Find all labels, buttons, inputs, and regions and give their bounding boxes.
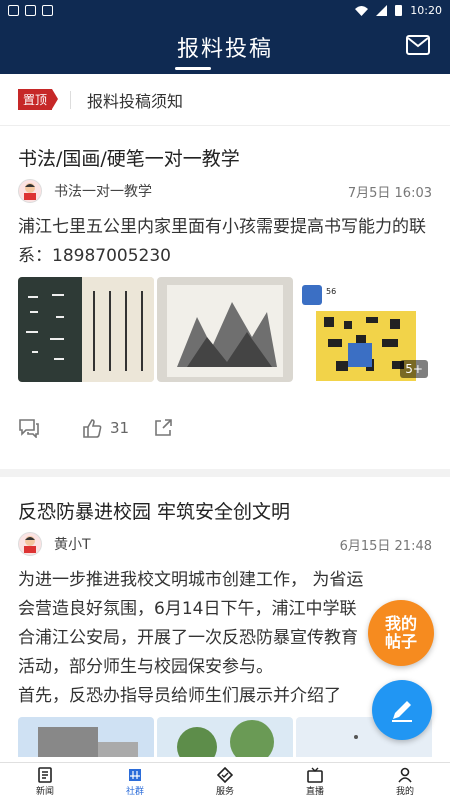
bottom-nav: 新闻 社群 服务 直播 我的 <box>0 762 450 800</box>
post-title[interactable]: 反恐防暴进校园 牢筑安全创文明 <box>18 497 432 524</box>
post-title[interactable]: 书法/国画/硬笔一对一教学 <box>18 144 432 171</box>
nav-profile[interactable]: 我的 <box>360 763 450 800</box>
share-icon <box>155 419 172 436</box>
post-body-line: 为进一步推进我校文明城市创建工作， 为省运 <box>18 570 364 590</box>
like-button[interactable]: 31 <box>82 418 129 438</box>
notification-icon <box>8 4 19 16</box>
thumbs-up-icon <box>83 419 102 438</box>
nav-label: 新闻 <box>35 786 54 797</box>
post-images <box>18 717 432 757</box>
nav-label: 直播 <box>305 786 324 797</box>
post-image-calligraphy[interactable] <box>18 277 154 382</box>
nav-news[interactable]: 新闻 <box>0 763 90 800</box>
status-bar: 10:20 <box>0 0 450 20</box>
title-underline <box>175 67 211 70</box>
my-posts-button[interactable]: 我的帖子 <box>368 600 434 666</box>
avatar[interactable] <box>18 179 42 203</box>
nav-service[interactable]: 服务 <box>180 763 270 800</box>
mail-icon[interactable] <box>406 35 430 55</box>
post-image-qr[interactable]: 56 5+ <box>296 277 432 382</box>
nav-label: 我的 <box>395 786 414 797</box>
signal-icon <box>376 4 388 16</box>
page-title: 报料投稿 <box>176 37 273 62</box>
pinned-separator <box>70 90 72 109</box>
pinned-notice[interactable]: 置顶 报料投稿须知 <box>0 74 450 126</box>
nav-community[interactable]: 社群 <box>90 763 180 800</box>
compose-button[interactable] <box>372 680 432 740</box>
live-icon <box>307 767 323 783</box>
more-images-badge[interactable]: 5+ <box>400 360 428 378</box>
top-bar: 10:20 报料投稿 <box>0 0 450 74</box>
pinned-badge: 置顶 <box>18 89 59 110</box>
battery-icon <box>395 5 403 16</box>
profile-icon <box>398 767 412 783</box>
phone-icon <box>42 4 53 16</box>
post-author[interactable]: 书法一对一教学 <box>54 181 152 201</box>
post-time: 7月5日 16:03 <box>347 185 432 201</box>
post-divider <box>0 469 450 477</box>
status-time: 10:20 <box>410 3 442 17</box>
post-actions: 31 <box>18 418 432 438</box>
comment-icon <box>19 419 39 438</box>
post-image-trees[interactable] <box>157 717 293 757</box>
post-card[interactable]: 书法/国画/硬笔一对一教学 书法一对一教学 7月5日 16:03 浦江七里五公里… <box>0 144 450 438</box>
wifi-icon <box>355 5 369 16</box>
qr-label: 56 <box>326 287 337 296</box>
post-image-painting[interactable] <box>157 277 293 382</box>
avatar[interactable] <box>18 532 42 556</box>
service-icon <box>217 766 233 783</box>
my-posts-label: 我的帖子 <box>384 614 417 651</box>
post-image-building[interactable] <box>18 717 154 757</box>
image-icon <box>25 4 36 16</box>
pinned-text: 报料投稿须知 <box>87 91 184 111</box>
comment-button[interactable] <box>18 418 40 438</box>
community-icon <box>129 768 141 781</box>
post-meta: 书法一对一教学 7月5日 16:03 <box>18 179 432 203</box>
like-count: 31 <box>110 419 130 437</box>
nav-live[interactable]: 直播 <box>270 763 360 800</box>
post-body-line: 首先，反恐办指导员给师生们展示并介绍了 <box>18 686 341 706</box>
nav-label: 社群 <box>125 786 144 797</box>
post-body[interactable]: 浦江七里五公里内家里面有小孩需要提高书写能力的联系：18987005230 <box>18 213 432 271</box>
header: 报料投稿 <box>0 20 450 74</box>
post-images: 56 5+ <box>18 277 432 382</box>
pencil-icon <box>392 701 412 722</box>
share-button[interactable] <box>153 418 173 438</box>
nav-label: 服务 <box>215 786 234 797</box>
news-icon <box>38 766 52 783</box>
post-meta: 黄小T 6月15日 21:48 <box>18 532 432 556</box>
post-author[interactable]: 黄小T <box>54 534 91 554</box>
post-time: 6月15日 21:48 <box>339 538 432 554</box>
post-body-line: 活动，部分师生与校园保安参与。 <box>18 657 273 677</box>
